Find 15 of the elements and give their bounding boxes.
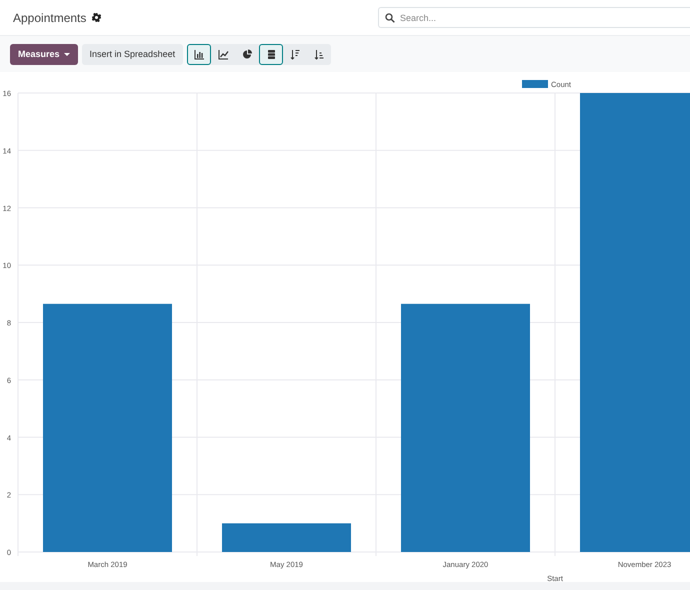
insert-spreadsheet-button[interactable]: Insert in Spreadsheet — [82, 44, 184, 64]
bar-chart-icon — [194, 48, 205, 60]
settings-icon[interactable] — [92, 13, 102, 22]
search-field[interactable]: Search... — [378, 7, 690, 28]
measures-button[interactable]: Measures — [10, 44, 78, 64]
stack-icon — [266, 48, 277, 60]
bar-view-button[interactable] — [187, 44, 212, 64]
page-title: Appointments — [13, 10, 86, 24]
search-icon — [385, 12, 395, 22]
line-chart-icon — [218, 48, 229, 60]
pie-chart-icon — [242, 48, 253, 60]
caret-icon — [64, 52, 70, 56]
sort-icon — [314, 48, 325, 60]
stacked-view-button[interactable] — [259, 44, 284, 64]
sort-icon — [290, 48, 301, 60]
